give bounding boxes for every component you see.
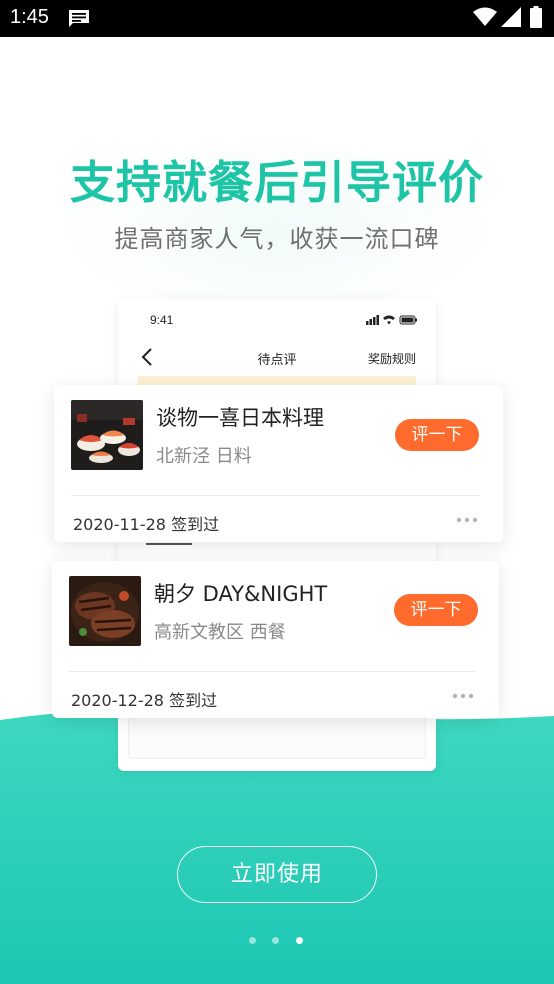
checkin-date: 2020-12-28 签到过 [71, 691, 218, 710]
battery-icon [530, 6, 542, 28]
card-divider [69, 671, 476, 672]
start-now-button[interactable]: 立即使用 [177, 846, 377, 903]
message-icon [69, 10, 89, 27]
phone-time: 9:41 [150, 313, 174, 327]
phone-tab-indicator [146, 543, 192, 545]
checkin-date: 2020-11-28 签到过 [73, 515, 220, 534]
headline: 支持就餐后引导评价 [69, 156, 484, 209]
page-dot[interactable] [249, 937, 256, 944]
phone-status-icons [366, 315, 417, 325]
restaurant-name: 谈物一喜日本料理 [156, 406, 324, 430]
status-bar: 1:45 [0, 0, 554, 37]
restaurant-meta: 北新泾 日料 [156, 446, 252, 467]
page-indicator [249, 937, 309, 947]
status-time: 1:45 [10, 6, 49, 28]
restaurant-name: 朝夕 DAY&NIGHT [154, 582, 328, 606]
rate-button[interactable]: 评一下 [394, 594, 478, 626]
wifi-icon [473, 7, 497, 26]
page-dot[interactable] [272, 937, 279, 944]
signal-icon [501, 7, 521, 27]
subheadline: 提高商家人气，收获一流口碑 [114, 225, 440, 253]
steak-photo-icon [69, 576, 141, 646]
card-divider [71, 495, 480, 496]
sushi-photo-icon [71, 400, 143, 470]
page-dot-active[interactable] [296, 937, 303, 944]
restaurant-card[interactable]: 朝夕 DAY&NIGHT 高新文教区 西餐 评一下 2020-12-28 签到过 [52, 561, 499, 718]
more-icon[interactable] [456, 517, 478, 523]
reward-rules-link[interactable]: 奖励规则 [368, 350, 416, 367]
rate-button[interactable]: 评一下 [395, 419, 479, 451]
restaurant-card[interactable]: 谈物一喜日本料理 北新泾 日料 评一下 2020-11-28 签到过 [54, 385, 503, 542]
more-icon[interactable] [452, 693, 474, 699]
restaurant-meta: 高新文教区 西餐 [154, 622, 286, 643]
